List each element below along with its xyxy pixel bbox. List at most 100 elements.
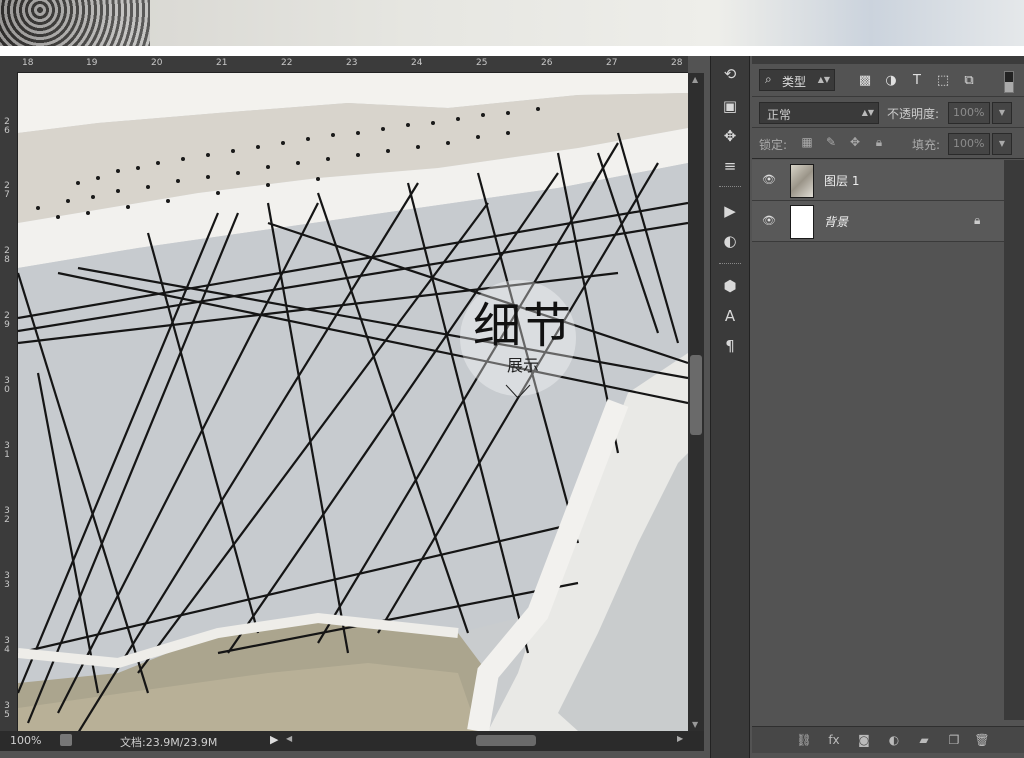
toggle-knob (1005, 82, 1013, 92)
ruler-label: 24 (411, 58, 423, 68)
shape-filter-icon[interactable]: ⬚ (935, 73, 951, 89)
layer-name[interactable]: 图层 1 (824, 172, 859, 189)
adjustment-layer-icon[interactable]: ◐ (886, 732, 902, 748)
fill-dropdown-icon[interactable]: ▼ (992, 133, 1012, 155)
layers-bottom-bar: ⛓ fx ◙ ◐ ▰ ❐ 🗑︎ (752, 726, 1024, 753)
ruler-label: 26 (541, 58, 553, 68)
ruler-label: 23 (346, 58, 358, 68)
layer-thumbnail (790, 205, 814, 239)
vertical-scrollbar[interactable]: ▲ ▼ (688, 73, 704, 731)
blend-row: 正常 ▲▼ 不透明度: 100% ▼ (752, 97, 1024, 128)
layer-name[interactable]: 背景 (824, 213, 848, 230)
play-icon[interactable]: ▶ (719, 201, 741, 221)
scroll-left-icon[interactable]: ◀ (286, 734, 292, 743)
fill-input[interactable]: 100% (948, 133, 990, 155)
panel-tabs[interactable] (752, 56, 1024, 64)
history-icon[interactable]: ⟲ (719, 64, 741, 84)
search-icon: ⌕ (765, 72, 772, 86)
visibility-eye-icon[interactable]: 👁︎ (762, 214, 776, 227)
lock-pixels-icon[interactable]: ✎ (824, 135, 838, 149)
fx-icon[interactable]: fx (826, 732, 842, 748)
layer-thumbnail (790, 164, 814, 198)
document-canvas[interactable]: 细节 展示 (18, 73, 688, 731)
opacity-value: 100% (953, 106, 985, 119)
ruler-label: 22 (281, 58, 293, 68)
decor-pattern (0, 0, 150, 46)
layers-scrollbar[interactable] (1004, 160, 1024, 720)
ruler-label: 20 (151, 58, 163, 68)
detail-label: 细节 展示 (458, 298, 588, 376)
opacity-label: 不透明度: (887, 107, 940, 121)
zoom-level[interactable]: 100% (10, 734, 41, 747)
adjust-icon[interactable]: ≡ (719, 156, 741, 176)
color-wheel-icon[interactable]: ◐ (719, 231, 741, 251)
ruler-label: 25 (476, 58, 488, 68)
folder-icon[interactable]: ▰ (916, 732, 932, 748)
pixel-filter-icon[interactable]: ▩ (857, 73, 873, 89)
panel-grip[interactable] (719, 186, 741, 190)
ruler-label: 28 (671, 58, 683, 68)
fill-value: 100% (953, 137, 985, 150)
filter-type-label: 类型 (782, 75, 807, 89)
ruler-corner[interactable] (0, 56, 18, 73)
clone-source-icon[interactable]: ✥ (719, 126, 741, 146)
status-menu-icon[interactable]: ▶ (270, 733, 278, 746)
new-layer-icon[interactable]: ❐ (946, 732, 962, 748)
vertical-ruler[interactable]: 26 27 28 29 30 31 32 33 34 35 (0, 72, 18, 732)
chevron-down-icon: ▲▼ (817, 75, 830, 84)
ruler-label: 19 (86, 58, 98, 68)
ruler-label: 26 (4, 117, 10, 136)
opacity-input[interactable]: 100% (948, 102, 990, 124)
brush-preset-icon[interactable]: ▣ (719, 96, 741, 116)
ruler-label: 18 (22, 58, 34, 68)
lock-all-icon[interactable]: 🔒︎ (872, 135, 886, 149)
scroll-up-icon[interactable]: ▲ (692, 75, 698, 84)
ruler-label: 27 (4, 181, 10, 200)
link-icon[interactable]: ⛓ (796, 732, 812, 748)
ruler-label: 32 (4, 506, 10, 525)
document-info[interactable]: 文档:23.9M/23.9M (120, 734, 217, 750)
fill-label: 填充: (912, 138, 941, 152)
status-bar: 100% 文档:23.9M/23.9M ▶ ◀ ▶ (0, 731, 704, 751)
horizontal-ruler[interactable]: 18 19 20 21 22 23 24 25 26 27 28 (17, 56, 688, 73)
type-filter-icon[interactable]: T (909, 73, 925, 89)
filter-row: ⌕ 类型 ▲▼ ▩ ◑ T ⬚ ⧉ (752, 64, 1024, 97)
opacity-dropdown-icon[interactable]: ▼ (992, 102, 1012, 124)
layer-row[interactable]: 👁︎ 背景 🔒︎ (752, 201, 1004, 242)
smart-object-filter-icon[interactable]: ⧉ (961, 73, 977, 89)
detail-subtitle: 展示 (506, 356, 539, 375)
ruler-label: 31 (4, 441, 10, 460)
paragraph-icon[interactable]: ¶ (719, 336, 741, 356)
layer-row[interactable]: 👁︎ 图层 1 (752, 160, 1004, 201)
export-icon[interactable] (60, 734, 72, 746)
visibility-eye-icon[interactable]: 👁︎ (762, 173, 776, 186)
scroll-thumb[interactable] (690, 355, 702, 435)
detail-title: 细节 (472, 298, 573, 354)
ruler-label: 30 (4, 376, 10, 395)
mask-icon[interactable]: ◙ (856, 732, 872, 748)
adjustment-filter-icon[interactable]: ◑ (883, 73, 899, 89)
panel-grip[interactable] (719, 263, 741, 267)
ruler-label: 27 (606, 58, 618, 68)
artwork (18, 73, 688, 731)
scroll-right-icon[interactable]: ▶ (677, 734, 683, 743)
filter-type-select[interactable]: ⌕ 类型 ▲▼ (759, 69, 835, 91)
horizontal-scroll-thumb[interactable] (476, 735, 536, 746)
filter-toggle[interactable] (1004, 71, 1014, 93)
ruler-label: 29 (4, 311, 10, 330)
ruler-label: 33 (4, 571, 10, 590)
trash-icon[interactable]: 🗑︎ (974, 732, 990, 748)
ruler-label: 21 (216, 58, 228, 68)
character-icon[interactable]: A (719, 306, 741, 326)
photoshop-window: 18 19 20 21 22 23 24 25 26 27 28 26 27 2… (0, 56, 1024, 758)
lock-icon: 🔒︎ (974, 213, 981, 227)
scroll-down-icon[interactable]: ▼ (692, 720, 698, 729)
lock-transparency-icon[interactable]: ▦ (800, 135, 814, 149)
lock-position-icon[interactable]: ✥ (848, 135, 862, 149)
3d-icon[interactable]: ⬢ (719, 276, 741, 296)
panel-icon-strip: ⟲ ▣ ✥ ≡ ▶ ◐ ⬢ A ¶ (710, 56, 750, 758)
lock-label: 锁定: (759, 138, 788, 152)
background-photo-strip (0, 0, 1024, 46)
blend-mode-select[interactable]: 正常 ▲▼ (759, 102, 879, 124)
blend-mode-value: 正常 (767, 108, 792, 122)
